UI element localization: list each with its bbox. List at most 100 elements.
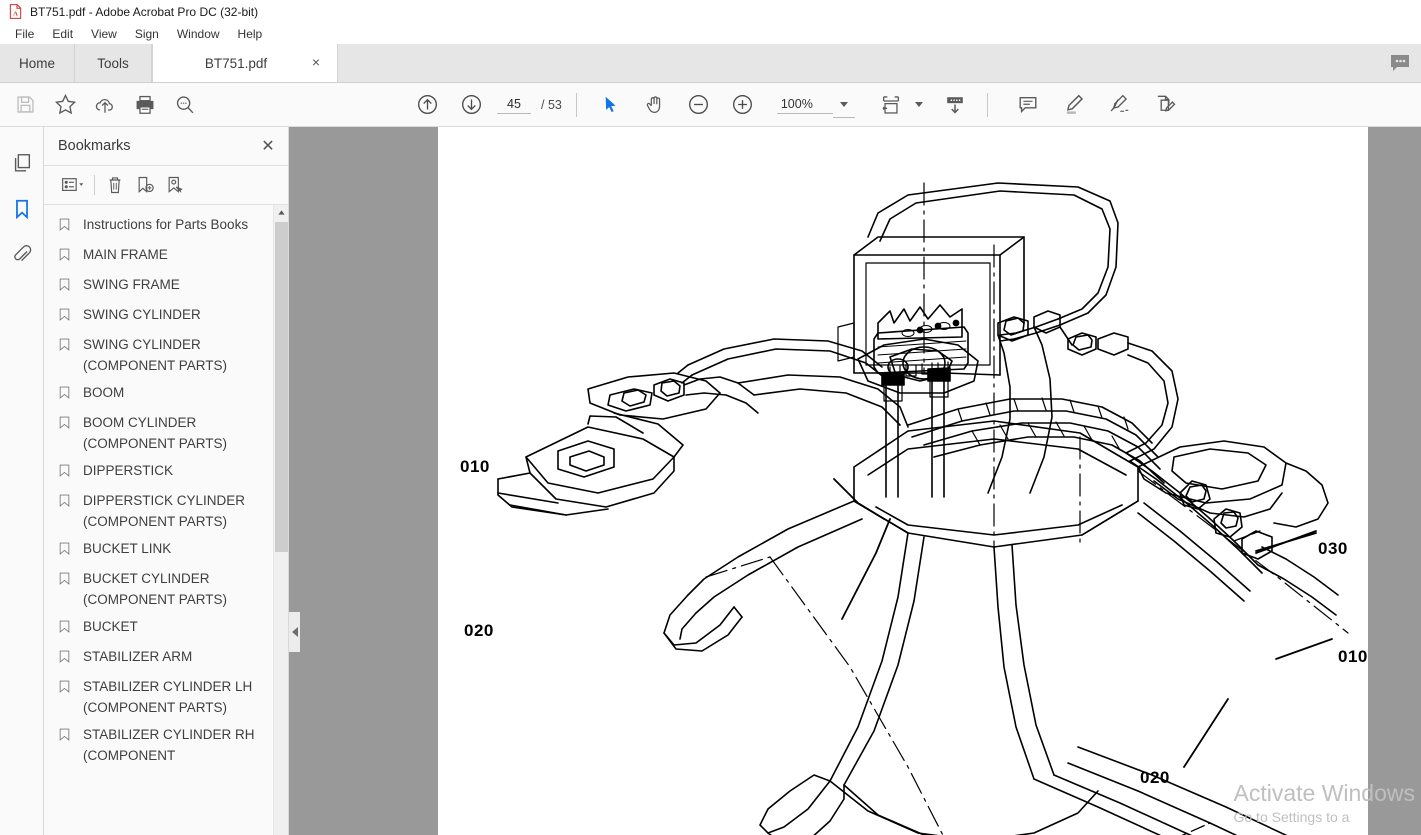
tab-document-label: BT751.pdf [204,55,268,71]
arrow-up-circle-icon[interactable] [407,85,447,125]
search-icon[interactable] [165,85,205,125]
bookmarks-toolbar-divider [94,175,95,195]
callout-010-right: 010 [1338,647,1368,666]
fit-page-icon[interactable] [871,85,911,125]
bookmark-label: SWING FRAME [83,277,180,292]
sign-icon[interactable] [1100,85,1140,125]
bookmark-item[interactable]: STABILIZER ARM [44,643,273,673]
bookmark-item[interactable]: BUCKET CYLINDER (COMPONENT PARTS) [44,565,273,613]
acrobat-icon: A [8,4,23,19]
bookmarks-panel: Bookmarks ✕ Instructions for Parts Books… [44,127,289,835]
window-title: BT751.pdf - Adobe Acrobat Pro DC (32-bit… [30,4,259,19]
menu-window[interactable]: Window [168,25,229,43]
bookmark-item[interactable]: BOOM [44,379,273,409]
edit-bookmark-icon[interactable] [160,170,190,200]
close-icon[interactable]: × [309,55,323,70]
bookmark-item[interactable]: STABILIZER CYLINDER LH (COMPONENT PARTS) [44,673,273,721]
bookmark-options-icon[interactable] [54,170,92,200]
bookmark-item[interactable]: DIPPERSTICK [44,457,273,487]
hand-icon[interactable] [635,85,675,125]
bookmark-item[interactable]: SWING FRAME [44,271,273,301]
bookmark-icon [58,246,74,268]
bookmark-item[interactable]: BUCKET LINK [44,535,273,565]
bookmark-icon [58,306,74,328]
toolbar-tools-group [591,85,763,125]
delete-bookmark-icon[interactable] [100,170,130,200]
comment-icon[interactable] [1008,85,1048,125]
tab-document[interactable]: BT751.pdf × [152,44,338,82]
menu-help[interactable]: Help [229,25,272,43]
bookmark-item[interactable]: BOOM CYLINDER (COMPONENT PARTS) [44,409,273,457]
bookmark-item[interactable]: Instructions for Parts Books [44,211,273,241]
chevron-down-icon[interactable] [832,92,855,118]
plus-circle-icon[interactable] [723,85,763,125]
bookmark-label: SWING CYLINDER (COMPONENT PARTS) [83,337,228,373]
scrollbar-thumb[interactable] [275,222,288,552]
star-icon[interactable] [45,85,85,125]
chevron-left-icon [291,627,298,637]
bookmark-icon [58,414,74,436]
upload-cloud-icon[interactable] [85,85,125,125]
toolbar-view-group [871,85,975,125]
bookmark-label: STABILIZER CYLINDER RH (COMPONENT [83,727,255,763]
bookmark-icon [58,540,74,562]
scroll-up-icon[interactable] [274,205,288,220]
bookmark-label: BOOM CYLINDER (COMPONENT PARTS) [83,415,228,451]
menu-sign[interactable]: Sign [126,25,168,43]
page-total-label: / 53 [541,97,562,112]
chevron-down-icon-fit[interactable] [911,85,927,125]
panel-collapse-handle[interactable] [289,612,300,652]
bookmark-label: MAIN FRAME [83,247,168,262]
bookmark-label: Instructions for Parts Books [83,217,249,232]
bookmarks-toolbar [44,165,288,205]
minus-circle-icon[interactable] [679,85,719,125]
arrow-down-circle-icon[interactable] [451,85,491,125]
bookmark-item[interactable]: STABILIZER CYLINDER RH (COMPONENT [44,721,273,769]
document-viewport[interactable]: 010 020 030 010 020 Activate Windows Go … [289,127,1421,835]
menu-view[interactable]: View [82,25,126,43]
page-number-input[interactable] [497,95,531,114]
bookmark-item[interactable]: SWING CYLINDER [44,301,273,331]
page-thumbnails-icon[interactable] [5,143,39,183]
bookmark-item[interactable]: DIPPERSTICK CYLINDER (COMPONENT PARTS) [44,487,273,535]
tab-home[interactable]: Home [0,44,75,82]
save-icon[interactable] [5,85,45,125]
bookmark-label: DIPPERSTICK CYLINDER (COMPONENT PARTS) [83,493,246,529]
bookmarks-icon[interactable] [5,189,39,229]
menu-edit[interactable]: Edit [43,25,82,43]
callout-020-right: 020 [1140,768,1170,787]
acrobat-window: A BT751.pdf - Adobe Acrobat Pro DC (32-b… [0,0,1421,835]
bookmark-item[interactable]: BUCKET [44,613,273,643]
bookmark-item[interactable]: MAIN FRAME [44,241,273,271]
scroll-mode-icon[interactable] [935,85,975,125]
edit-pdf-icon[interactable] [1146,85,1186,125]
print-icon[interactable] [125,85,165,125]
bookmark-label: DIPPERSTICK [83,463,174,478]
attachments-icon[interactable] [5,235,39,275]
bookmark-label: BUCKET [83,619,138,634]
menu-bar: File Edit View Sign Window Help [0,23,1421,45]
bookmark-icon [58,726,74,748]
new-bookmark-icon[interactable] [130,170,160,200]
bookmark-label: BOOM [83,385,125,400]
close-icon[interactable]: ✕ [258,136,278,156]
main-toolbar: / 53 [0,83,1421,127]
bookmark-label: STABILIZER CYLINDER LH (COMPONENT PARTS) [83,679,253,715]
title-bar: A BT751.pdf - Adobe Acrobat Pro DC (32-b… [0,0,1421,23]
bookmarks-scrollbar[interactable] [273,205,288,835]
navigation-rail [0,127,44,835]
chat-bubble-icon[interactable] [1379,44,1421,82]
zoom-value[interactable]: 100% [776,96,833,114]
bookmark-icon [58,384,74,406]
highlight-pen-icon[interactable] [1054,85,1094,125]
bookmark-icon [58,276,74,298]
callout-030-right: 030 [1318,539,1348,558]
technical-drawing [497,182,1349,835]
menu-file[interactable]: File [6,25,43,43]
tab-tools[interactable]: Tools [75,44,152,82]
bookmark-item[interactable]: SWING CYLINDER (COMPONENT PARTS) [44,331,273,379]
toolbar-left-group [5,85,205,125]
bookmark-icon [58,462,74,484]
cursor-arrow-icon[interactable] [591,85,631,125]
bookmarks-panel-title: Bookmarks [58,138,131,154]
